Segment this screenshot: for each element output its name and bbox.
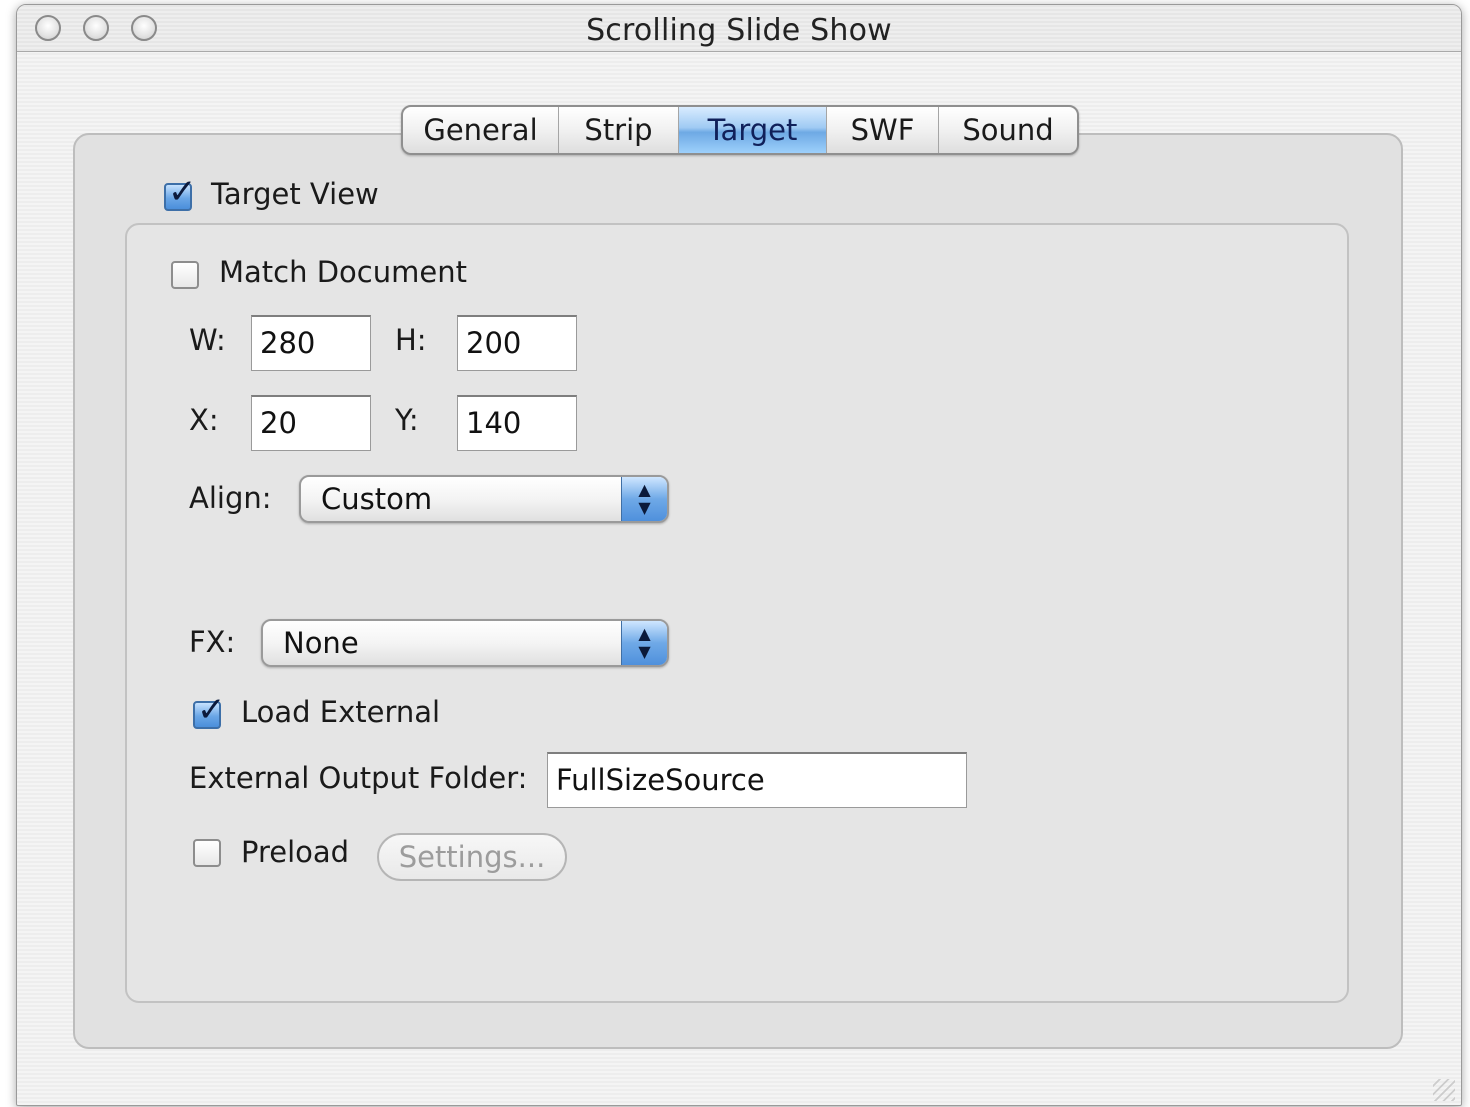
title-bar[interactable]: Scrolling Slide Show: [17, 5, 1461, 52]
fx-value: None: [283, 626, 359, 660]
settings-button[interactable]: Settings...: [377, 833, 567, 881]
checkmark-icon: ✓: [168, 172, 197, 212]
align-popup[interactable]: Custom ▲ ▼: [299, 475, 669, 523]
tab-general[interactable]: General: [403, 107, 559, 153]
tab-target[interactable]: Target: [679, 107, 827, 153]
fx-label: FX:: [189, 625, 236, 659]
x-label: X:: [189, 403, 219, 437]
target-view-label: Target View: [211, 177, 379, 211]
window: Scrolling Slide Show General Strip Targe…: [16, 4, 1462, 1106]
width-label: W:: [189, 323, 226, 357]
external-output-folder-field[interactable]: FullSizeSource: [547, 752, 967, 808]
height-field[interactable]: 200: [457, 315, 577, 371]
width-field[interactable]: 280: [251, 315, 371, 371]
updown-arrows-icon: ▲ ▼: [621, 477, 667, 521]
updown-arrows-icon: ▲ ▼: [621, 621, 667, 665]
match-document-label: Match Document: [219, 255, 467, 289]
window-title: Scrolling Slide Show: [586, 13, 892, 48]
match-document-checkbox[interactable]: [171, 261, 199, 289]
load-external-checkbox[interactable]: ✓: [193, 693, 226, 729]
fx-popup[interactable]: None ▲ ▼: [261, 619, 669, 667]
align-label: Align:: [189, 481, 272, 515]
tab-bar: General Strip Target SWF Sound: [401, 105, 1079, 155]
x-field[interactable]: 20: [251, 395, 371, 451]
align-value: Custom: [321, 482, 433, 516]
resize-grip-icon[interactable]: [1433, 1079, 1455, 1101]
target-view-checkbox[interactable]: ✓: [164, 175, 197, 211]
checkmark-icon: ✓: [197, 690, 226, 730]
y-field[interactable]: 140: [457, 395, 577, 451]
y-label: Y:: [395, 403, 419, 437]
load-external-label: Load External: [241, 695, 441, 729]
preload-label: Preload: [241, 835, 350, 869]
height-label: H:: [395, 323, 427, 357]
external-output-folder-label: External Output Folder:: [189, 761, 528, 795]
tab-strip[interactable]: Strip: [559, 107, 679, 153]
preload-checkbox[interactable]: [193, 839, 221, 867]
tab-swf[interactable]: SWF: [827, 107, 939, 153]
tab-sound[interactable]: Sound: [939, 107, 1077, 153]
